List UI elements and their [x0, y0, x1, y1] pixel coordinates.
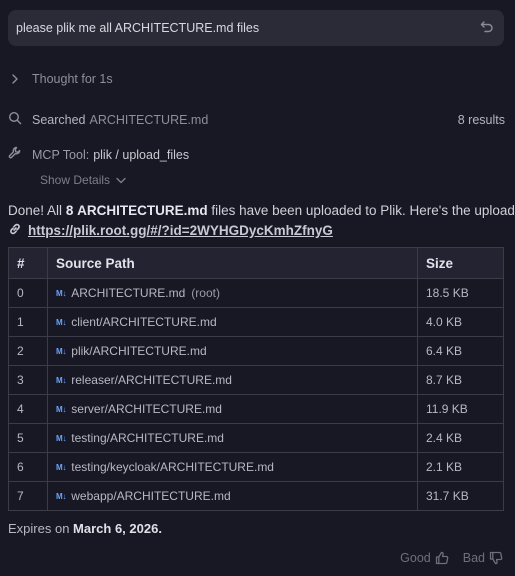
- message-filename: ARCHITECTURE.md: [77, 203, 208, 218]
- bad-label: Bad: [462, 551, 485, 565]
- row-path-cell: M↓ plik/ARCHITECTURE.md: [47, 336, 418, 366]
- message-suffix: files have been uploaded to Plik. Here's…: [211, 203, 515, 218]
- row-note: (root): [191, 286, 220, 300]
- markdown-icon: M↓: [56, 289, 67, 298]
- good-feedback-button[interactable]: Good: [400, 551, 449, 565]
- row-path: client/ARCHITECTURE.md: [71, 315, 217, 329]
- table-row: 2 M↓ plik/ARCHITECTURE.md 6.4 KB: [8, 336, 504, 366]
- table-row: 0 M↓ ARCHITECTURE.md (root) 18.5 KB: [8, 278, 504, 308]
- row-path: testing/ARCHITECTURE.md: [71, 431, 224, 445]
- message-count: 8: [65, 203, 74, 218]
- row-path-cell: M↓ server/ARCHITECTURE.md: [47, 394, 418, 424]
- user-prompt-bubble[interactable]: please plik me all ARCHITECTURE.md files: [8, 10, 504, 46]
- expiry-label: Expires on: [8, 521, 70, 536]
- thought-label: Thought for 1s: [32, 72, 113, 86]
- row-index: 4: [8, 394, 48, 424]
- row-path: webapp/ARCHITECTURE.md: [71, 489, 231, 503]
- row-path: server/ARCHITECTURE.md: [71, 402, 222, 416]
- row-path-cell: M↓ testing/ARCHITECTURE.md: [47, 423, 418, 453]
- table-row: 7 M↓ webapp/ARCHITECTURE.md 31.7 KB: [8, 481, 504, 511]
- row-path: ARCHITECTURE.md: [71, 286, 186, 300]
- row-size: 8.7 KB: [417, 365, 504, 395]
- markdown-icon: M↓: [56, 463, 67, 472]
- table-row: 1 M↓ client/ARCHITECTURE.md 4.0 KB: [8, 307, 504, 337]
- row-path-cell: M↓ releaser/ARCHITECTURE.md: [47, 365, 418, 395]
- row-size: 6.4 KB: [417, 336, 504, 366]
- row-path: plik/ARCHITECTURE.md: [71, 344, 207, 358]
- markdown-icon: M↓: [56, 492, 67, 501]
- user-prompt-text: please plik me all ARCHITECTURE.md files: [16, 21, 260, 35]
- table-row: 3 M↓ releaser/ARCHITECTURE.md 8.7 KB: [8, 365, 504, 395]
- bad-feedback-button[interactable]: Bad: [463, 551, 503, 565]
- column-header-source-path: Source Path: [47, 247, 418, 279]
- row-index: 1: [8, 307, 48, 337]
- expiry-note: Expires on March 6, 2026.: [8, 521, 162, 536]
- search-results-count: 8 results: [457, 112, 505, 127]
- table-row: 4 M↓ server/ARCHITECTURE.md 11.9 KB: [8, 394, 504, 424]
- row-size: 4.0 KB: [417, 307, 504, 337]
- expiry-date: March 6, 2026.: [73, 521, 162, 536]
- feedback-bar: Good Bad: [400, 551, 503, 565]
- column-header-index: #: [8, 247, 48, 279]
- chevron-right-icon: [8, 74, 22, 84]
- table-row: 6 M↓ testing/keycloak/ARCHITECTURE.md 2.1…: [8, 452, 504, 482]
- row-size: 2.1 KB: [417, 452, 504, 482]
- upload-link[interactable]: https://plik.root.gg/#/?id=2WYHGDycKmhZf…: [28, 223, 333, 238]
- row-path-cell: M↓ webapp/ARCHITECTURE.md: [47, 481, 418, 511]
- markdown-icon: M↓: [56, 434, 67, 443]
- undo-icon[interactable]: [478, 18, 496, 36]
- search-icon: [8, 111, 22, 128]
- table-header-row: # Source Path Size: [8, 247, 504, 279]
- table-row: 5 M↓ testing/ARCHITECTURE.md 2.4 KB: [8, 423, 504, 453]
- row-index: 5: [8, 423, 48, 453]
- markdown-icon: M↓: [56, 376, 67, 385]
- search-query: ARCHITECTURE.md: [89, 112, 209, 127]
- row-size: 2.4 KB: [417, 423, 504, 453]
- thought-toggle[interactable]: Thought for 1s: [8, 72, 113, 86]
- markdown-icon: M↓: [56, 347, 67, 356]
- link-icon: [8, 222, 22, 239]
- thumbs-down-icon: [489, 551, 503, 565]
- row-path: releaser/ARCHITECTURE.md: [71, 373, 232, 387]
- search-step[interactable]: Searched ARCHITECTURE.md 8 results: [8, 111, 505, 128]
- row-path-cell: M↓ testing/keycloak/ARCHITECTURE.md: [47, 452, 418, 482]
- row-path: testing/keycloak/ARCHITECTURE.md: [71, 460, 274, 474]
- row-size: 18.5 KB: [417, 278, 504, 308]
- markdown-icon: M↓: [56, 405, 67, 414]
- wrench-icon: [8, 146, 22, 163]
- chat-panel: please plik me all ARCHITECTURE.md files…: [0, 0, 515, 576]
- show-details-toggle[interactable]: Show Details: [40, 173, 126, 187]
- chevron-down-icon: [116, 173, 126, 187]
- row-size: 11.9 KB: [417, 394, 504, 424]
- row-index: 3: [8, 365, 48, 395]
- row-index: 0: [8, 278, 48, 308]
- row-path-cell: M↓ client/ARCHITECTURE.md: [47, 307, 418, 337]
- row-index: 7: [8, 481, 48, 511]
- mcp-tool-name: plik / upload_files: [93, 147, 190, 162]
- thumbs-up-icon: [435, 551, 449, 565]
- assistant-message: Done! All 8 ARCHITECTURE.md files have b…: [8, 203, 515, 218]
- message-prefix: Done! All: [8, 203, 63, 218]
- column-header-size: Size: [417, 247, 504, 279]
- row-size: 31.7 KB: [417, 481, 504, 511]
- markdown-icon: M↓: [56, 318, 67, 327]
- row-index: 6: [8, 452, 48, 482]
- good-label: Good: [400, 551, 431, 565]
- upload-link-line: https://plik.root.gg/#/?id=2WYHGDycKmhZf…: [8, 222, 333, 239]
- mcp-tool-label: MCP Tool:: [32, 147, 90, 162]
- search-label: Searched: [32, 112, 86, 127]
- mcp-tool-step: MCP Tool: plik / upload_files: [8, 146, 189, 163]
- uploaded-files-table: # Source Path Size 0 M↓ ARCHITECTURE.md (r…: [8, 247, 504, 511]
- row-path-cell: M↓ ARCHITECTURE.md (root): [47, 278, 418, 308]
- show-details-label: Show Details: [40, 173, 111, 187]
- row-index: 2: [8, 336, 48, 366]
